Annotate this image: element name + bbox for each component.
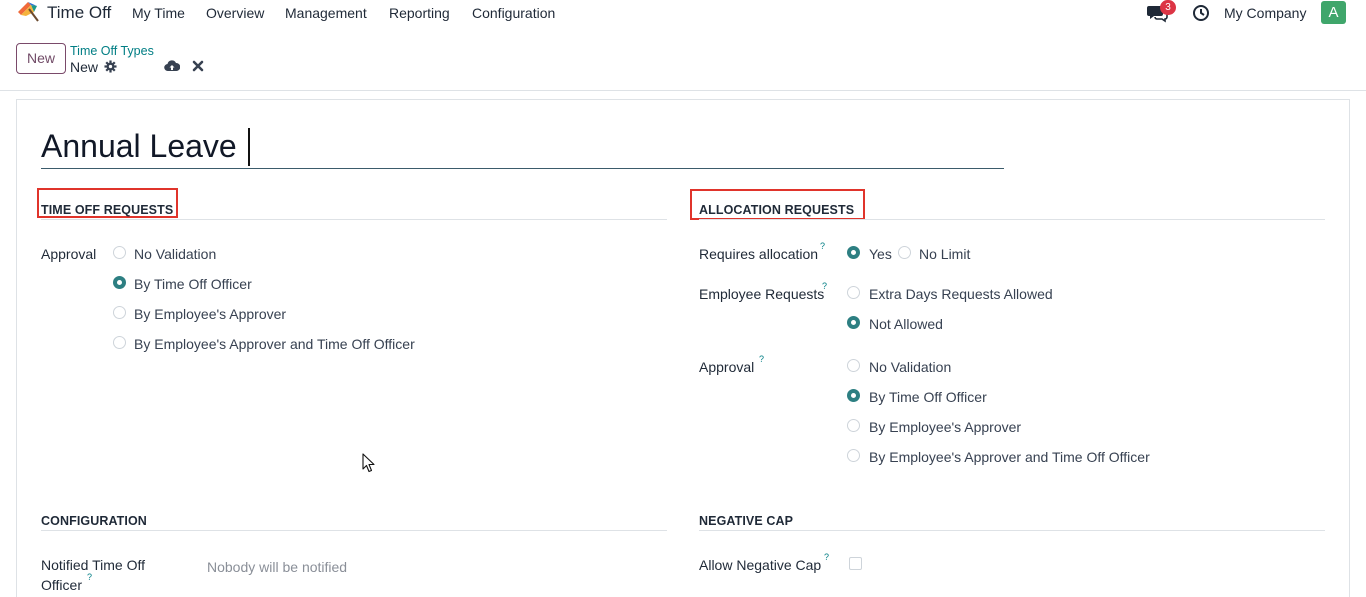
radio-label-alloc-by-employees-approver[interactable]: By Employee's Approver (869, 419, 1021, 435)
radio-by-employees-approver[interactable] (113, 306, 126, 319)
breadcrumb-time-off-types[interactable]: Time Off Types (70, 44, 154, 58)
help-tooltip-icon[interactable]: ? (759, 354, 764, 364)
notified-officer-label-line2: Officer (41, 577, 82, 593)
company-switcher[interactable]: My Company (1224, 5, 1306, 21)
radio-label-alloc-no-validation[interactable]: No Validation (869, 359, 951, 375)
requires-allocation-label: Requires allocation (699, 246, 819, 262)
help-tooltip-icon[interactable]: ? (822, 281, 827, 291)
section-divider (699, 219, 1325, 220)
notified-officer-label-line1: Notified Time Off (41, 557, 146, 573)
approval-label: Approval (41, 246, 97, 262)
radio-extra-days-allowed[interactable] (847, 286, 860, 299)
time-off-app-icon[interactable] (16, 0, 40, 22)
name-input-value: Annual Leave (41, 128, 237, 164)
menu-overview[interactable]: Overview (206, 5, 264, 21)
radio-by-approver-and-officer[interactable] (113, 336, 126, 349)
section-divider (699, 530, 1325, 531)
radio-label-not-allowed[interactable]: Not Allowed (869, 316, 943, 332)
section-title-negative-cap: NEGATIVE CAP (699, 514, 794, 528)
menu-reporting[interactable]: Reporting (389, 5, 450, 21)
radio-alloc-by-time-off-officer[interactable] (847, 389, 860, 402)
top-navbar: Time Off My Time Overview Management Rep… (0, 0, 1366, 26)
radio-label-alloc-by-approver-and-officer[interactable]: By Employee's Approver and Time Off Offi… (869, 449, 1150, 465)
activity-clock-icon[interactable] (1192, 4, 1210, 22)
text-caret (248, 128, 250, 166)
allow-negative-cap-label: Allow Negative Cap (699, 557, 822, 573)
notified-officer-input[interactable]: Nobody will be notified (207, 559, 347, 575)
radio-label-requires-no-limit[interactable]: No Limit (919, 246, 970, 262)
gear-icon[interactable] (104, 60, 117, 73)
discard-icon[interactable] (192, 60, 204, 72)
allow-negative-cap-checkbox[interactable] (849, 557, 862, 570)
radio-alloc-by-approver-and-officer[interactable] (847, 449, 860, 462)
radio-label-by-employees-approver[interactable]: By Employee's Approver (134, 306, 286, 322)
radio-by-time-off-officer[interactable] (113, 276, 126, 289)
radio-alloc-no-validation[interactable] (847, 359, 860, 372)
menu-my-time[interactable]: My Time (132, 5, 185, 21)
radio-label-alloc-by-time-off-officer[interactable]: By Time Off Officer (869, 389, 987, 405)
radio-label-requires-yes[interactable]: Yes (869, 246, 892, 262)
employee-requests-label: Employee Requests (699, 286, 825, 302)
help-tooltip-icon[interactable]: ? (820, 241, 825, 251)
section-title-allocation-requests: ALLOCATION REQUESTS (699, 203, 855, 217)
radio-no-validation[interactable] (113, 246, 126, 259)
new-button[interactable]: New (16, 43, 66, 74)
name-input[interactable]: Annual Leave (41, 128, 1004, 169)
radio-label-extra-days-allowed[interactable]: Extra Days Requests Allowed (869, 286, 1053, 302)
help-tooltip-icon[interactable]: ? (824, 552, 829, 562)
radio-label-by-time-off-officer[interactable]: By Time Off Officer (134, 276, 252, 292)
section-title-configuration: CONFIGURATION (41, 514, 147, 528)
app-title[interactable]: Time Off (47, 3, 111, 23)
radio-alloc-by-employees-approver[interactable] (847, 419, 860, 432)
menu-configuration[interactable]: Configuration (472, 5, 555, 21)
radio-not-allowed[interactable] (847, 316, 860, 329)
radio-label-no-validation[interactable]: No Validation (134, 246, 216, 262)
radio-requires-no-limit[interactable] (898, 246, 911, 259)
section-title-time-off-requests: TIME OFF REQUESTS (41, 203, 174, 217)
user-avatar[interactable]: A (1321, 1, 1346, 24)
allocation-approval-label: Approval (699, 359, 755, 375)
mouse-pointer-icon (362, 453, 375, 473)
control-panel-divider (0, 90, 1366, 91)
help-tooltip-icon[interactable]: ? (87, 572, 92, 582)
section-divider (41, 219, 667, 220)
breadcrumb-current: New (70, 59, 99, 75)
radio-label-by-approver-and-officer[interactable]: By Employee's Approver and Time Off Offi… (134, 336, 415, 352)
save-cloud-icon[interactable] (164, 59, 180, 73)
section-divider (41, 530, 667, 531)
radio-requires-yes[interactable] (847, 246, 860, 259)
messages-badge: 3 (1160, 0, 1176, 15)
menu-management[interactable]: Management (285, 5, 367, 21)
